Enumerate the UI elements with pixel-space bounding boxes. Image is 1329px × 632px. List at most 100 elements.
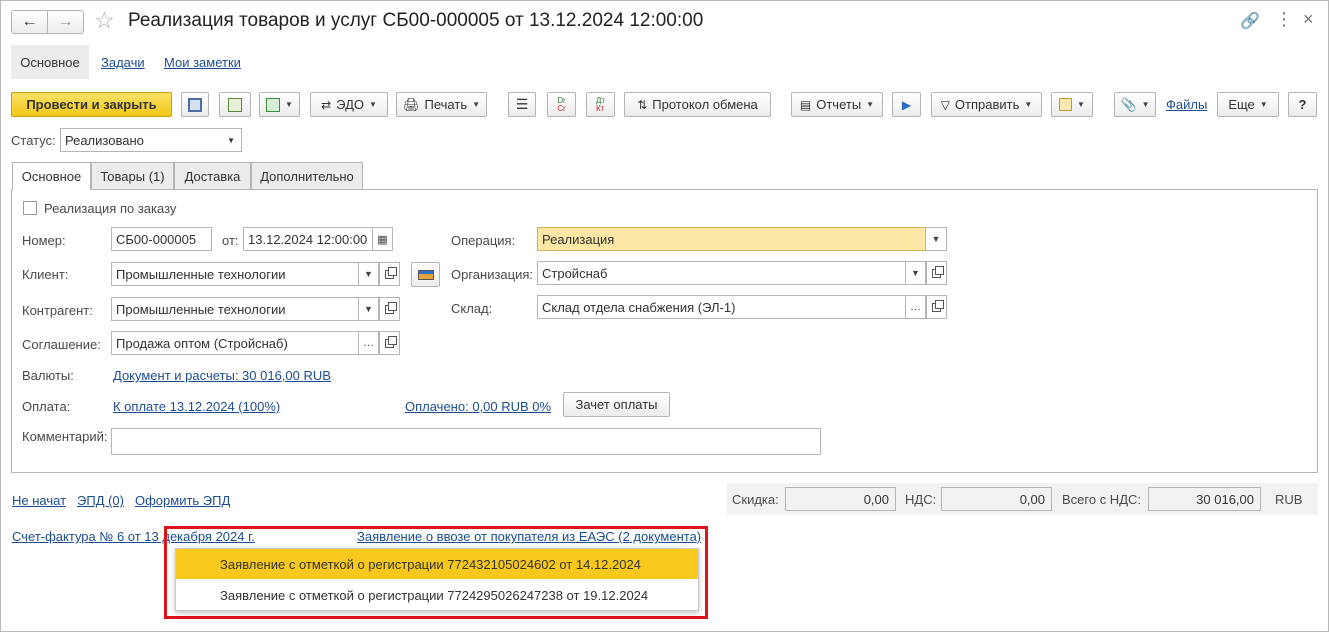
- forward-button[interactable]: →: [47, 10, 84, 34]
- link-icon[interactable]: 🔗: [1240, 11, 1260, 31]
- comment-label: Комментарий:: [22, 429, 108, 444]
- counterparty-open-button[interactable]: [379, 297, 400, 321]
- calendar-clock-icon: [1059, 98, 1073, 111]
- operation-dropdown-button[interactable]: ▼: [925, 227, 947, 251]
- organization-open-button[interactable]: [926, 261, 947, 285]
- number-input[interactable]: СБ00-000005: [111, 227, 212, 251]
- ellipsis-icon: …: [910, 301, 921, 313]
- payment-label: Оплата:: [22, 399, 71, 414]
- window-title: Реализация товаров и услуг СБ00-000005 о…: [128, 10, 704, 31]
- client-card-button[interactable]: [411, 262, 440, 287]
- attachments-button[interactable]: 📎 ▼: [1114, 92, 1156, 117]
- arrow-right-icon: →: [57, 13, 74, 30]
- calendar-icon: ▦: [377, 233, 388, 246]
- card-icon: [417, 269, 434, 280]
- ellipsis-icon: …: [363, 337, 374, 349]
- nav-tab-tasks[interactable]: Задачи: [101, 55, 145, 70]
- popup-item-2[interactable]: Заявление с отметкой о регистрации 77242…: [176, 580, 698, 610]
- dt-kt-icon: Дт Кт: [595, 95, 606, 113]
- paid-link[interactable]: Оплачено: 0,00 RUB 0%: [405, 399, 551, 414]
- make-epd-link[interactable]: Оформить ЭПД: [135, 493, 230, 508]
- dr-cr-icon: Dr Cr: [557, 95, 566, 113]
- status-label: Статус:: [11, 133, 56, 148]
- chevron-down-icon: ▼: [368, 100, 377, 109]
- print-button[interactable]: 🖨 Печать ▼: [396, 92, 487, 117]
- client-dropdown-button[interactable]: ▼: [358, 262, 379, 286]
- printer-icon: 🖨: [402, 96, 420, 112]
- send-button[interactable]: ▽ Отправить ▼: [931, 92, 1042, 117]
- close-icon[interactable]: ×: [1303, 9, 1314, 30]
- total-field: 30 016,00: [1148, 487, 1261, 511]
- operation-select[interactable]: Реализация: [537, 227, 926, 251]
- chevron-down-icon: ▼: [285, 100, 293, 109]
- edo-button[interactable]: ⇄ ЭДО ▼: [310, 92, 388, 117]
- tasks-status-button[interactable]: ▼: [1051, 92, 1093, 117]
- warehouse-input[interactable]: Склад отдела снабжения (ЭЛ-1): [537, 295, 906, 319]
- offset-payment-button[interactable]: Зачет оплаты: [563, 392, 670, 417]
- not-started-link[interactable]: Не начат: [12, 493, 66, 508]
- organization-input[interactable]: Стройснаб: [537, 261, 906, 285]
- agreement-select-button[interactable]: …: [358, 331, 379, 355]
- journal-button[interactable]: ☰: [508, 92, 536, 117]
- counterparty-label: Контрагент:: [22, 303, 93, 318]
- tab-main[interactable]: Основное: [12, 162, 91, 190]
- chevron-down-icon: ▼: [931, 234, 941, 244]
- post-button[interactable]: [219, 92, 251, 117]
- epd-link[interactable]: ЭПД (0): [77, 493, 124, 508]
- run-button[interactable]: ▶: [892, 92, 921, 117]
- exchange-log-button[interactable]: ⇅ Протокол обмена: [624, 92, 771, 117]
- agreement-input[interactable]: Продажа оптом (Стройснаб): [111, 331, 359, 355]
- payment-link[interactable]: К оплате 13.12.2024 (100%): [113, 399, 280, 414]
- discount-label: Скидка:: [732, 492, 779, 507]
- calendar-button[interactable]: ▦: [372, 227, 393, 251]
- warehouse-open-button[interactable]: [926, 295, 947, 319]
- date-label: от:: [222, 233, 239, 248]
- save-button[interactable]: [181, 92, 209, 117]
- warehouse-label: Склад:: [451, 301, 493, 316]
- chevron-down-icon: ▼: [1077, 100, 1085, 109]
- counterparty-input[interactable]: Промышленные технологии: [111, 297, 359, 321]
- tab-delivery[interactable]: Доставка: [174, 162, 251, 189]
- date-input[interactable]: 13.12.2024 12:00:00: [243, 227, 373, 251]
- organization-dropdown-button[interactable]: ▼: [905, 261, 926, 285]
- status-select[interactable]: Реализовано ▼: [60, 128, 242, 152]
- nav-tab-main[interactable]: Основное: [11, 45, 89, 79]
- more-vertical-icon[interactable]: ⋮: [1275, 9, 1293, 30]
- client-input[interactable]: Промышленные технологии: [111, 262, 359, 286]
- comment-input[interactable]: [111, 428, 821, 455]
- files-link[interactable]: Файлы: [1166, 97, 1207, 112]
- open-icon: [385, 335, 397, 348]
- agreement-open-button[interactable]: [379, 331, 400, 355]
- reports-button[interactable]: ▤ Отчеты ▼: [791, 92, 883, 117]
- back-button[interactable]: ←: [11, 10, 48, 34]
- help-button[interactable]: ?: [1288, 92, 1317, 117]
- tab-goods[interactable]: Товары (1): [91, 162, 174, 189]
- discount-field: 0,00: [785, 487, 896, 511]
- tab-additional[interactable]: Дополнительно: [251, 162, 363, 189]
- nav-tab-notes[interactable]: Мои заметки: [164, 55, 241, 70]
- open-icon: [385, 266, 397, 279]
- warehouse-select-button[interactable]: …: [905, 295, 926, 319]
- play-icon: ▶: [901, 97, 912, 112]
- counterparty-dropdown-button[interactable]: ▼: [358, 297, 379, 321]
- organization-label: Организация:: [451, 267, 534, 282]
- by-order-checkbox[interactable]: [23, 201, 37, 215]
- send-icon: ▽: [940, 97, 950, 112]
- currency-link[interactable]: Документ и расчеты: 30 016,00 RUB: [113, 368, 331, 383]
- popup-item-1[interactable]: Заявление с отметкой о регистрации 77243…: [176, 549, 698, 579]
- client-label: Клиент:: [22, 267, 69, 282]
- client-open-button[interactable]: [379, 262, 400, 286]
- reports-icon: ▤: [799, 97, 812, 112]
- create-based-on-button[interactable]: ▼: [259, 92, 300, 117]
- vat-label: НДС:: [905, 492, 937, 507]
- open-icon: [932, 265, 944, 278]
- dt-kt-button[interactable]: Дт Кт: [586, 92, 615, 117]
- star-icon[interactable]: ☆: [94, 7, 115, 34]
- post-and-close-button[interactable]: Провести и закрыть: [11, 92, 172, 117]
- more-button[interactable]: Еще ▼: [1217, 92, 1279, 117]
- chevron-down-icon: ▼: [866, 100, 875, 109]
- vat-field: 0,00: [941, 487, 1052, 511]
- open-icon: [385, 301, 397, 314]
- exchange-icon: ⇅: [637, 97, 648, 112]
- dr-cr-button[interactable]: Dr Cr: [547, 92, 576, 117]
